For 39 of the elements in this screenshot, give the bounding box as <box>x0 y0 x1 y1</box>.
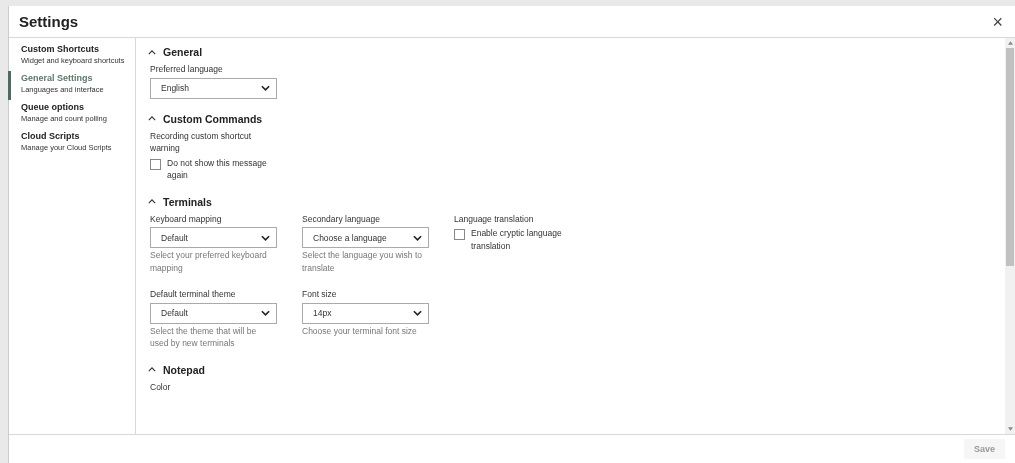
field-label: Language translation <box>454 212 535 225</box>
help-text: Select the language you wish to translate <box>302 249 424 274</box>
checkbox[interactable] <box>454 229 465 240</box>
section-heading: Custom Commands <box>163 112 263 125</box>
help-text: Select your preferred keyboard mapping <box>150 249 268 274</box>
help-text: Select the theme that will be used by new terminals <box>150 324 258 350</box>
checkbox[interactable] <box>150 158 161 170</box>
field-label: Secondary language <box>302 212 381 225</box>
scroll-up-icon[interactable] <box>1007 41 1013 45</box>
caret-icon <box>261 310 270 316</box>
close-button[interactable]: × <box>990 12 1005 31</box>
field-label: Preferred language <box>150 63 224 76</box>
section-heading: Terminals <box>163 195 212 208</box>
field-label: Font size <box>302 288 338 301</box>
dropdown[interactable]: Default <box>150 302 277 324</box>
caret-icon <box>413 234 422 241</box>
field-label: Keyboard mapping <box>150 212 223 225</box>
checkbox-label[interactable]: Do not show this message again <box>167 156 277 182</box>
field-label: Default terminal theme <box>150 288 237 301</box>
chevron-up-icon[interactable] <box>148 49 156 55</box>
help-text: Choose your terminal font size <box>302 324 418 337</box>
chevron-up-icon[interactable] <box>148 199 156 204</box>
dropdown[interactable]: 14px <box>302 302 429 324</box>
scroll-down-icon[interactable] <box>1007 427 1013 431</box>
dropdown[interactable]: Choose a language <box>302 227 429 248</box>
section-heading: General <box>163 46 203 58</box>
field-label: Recording custom shortcut warning <box>150 129 253 155</box>
field-label: Color <box>150 380 172 393</box>
dropdown[interactable]: Default <box>150 227 277 248</box>
section-heading: Notepad <box>163 363 205 376</box>
caret-icon <box>261 234 270 241</box>
dialog-title: Settings <box>19 13 79 30</box>
caret-icon <box>261 85 270 91</box>
checkbox-label[interactable]: Enable cryptic language translation <box>471 227 581 252</box>
chevron-up-icon[interactable] <box>148 367 156 372</box>
dropdown[interactable]: English <box>150 77 277 99</box>
chevron-up-icon[interactable] <box>148 116 156 121</box>
caret-icon <box>413 310 422 316</box>
scrollbar[interactable] <box>1005 38 1015 434</box>
